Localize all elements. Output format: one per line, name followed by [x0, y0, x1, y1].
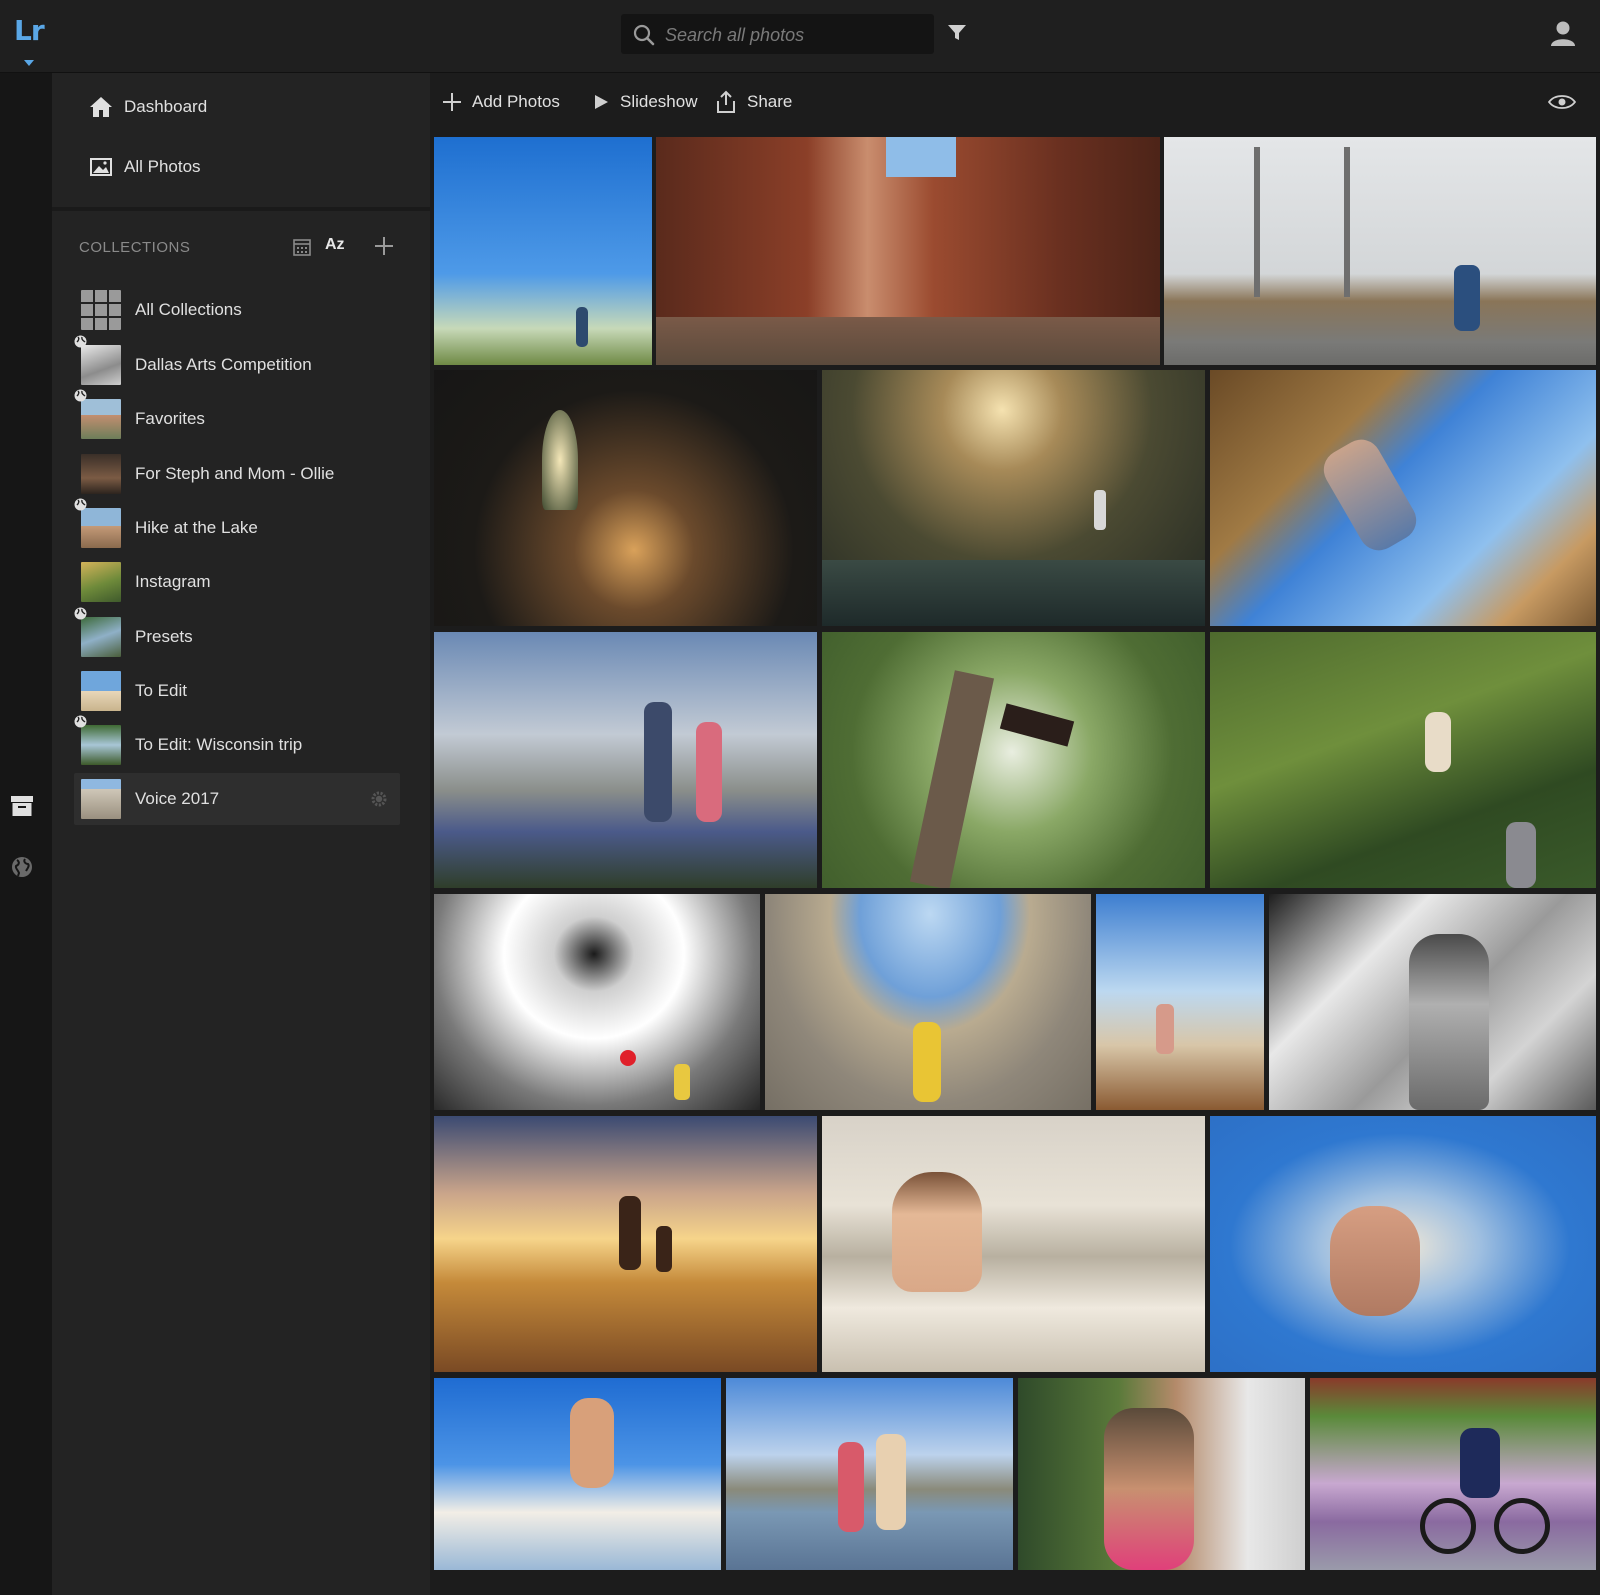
collection-label: Hike at the Lake: [135, 518, 258, 537]
logo-dropdown-caret-icon[interactable]: [24, 60, 34, 66]
photo-thumbnail[interactable]: [434, 1116, 817, 1372]
collection-item-voice-2017[interactable]: Voice 2017: [74, 773, 400, 825]
collection-thumbnail: [74, 335, 121, 385]
sidebar-divider: [52, 207, 430, 211]
alphabetical-sort-button[interactable]: Az: [325, 236, 345, 254]
collection-thumbnail: [81, 779, 121, 819]
filter-icon[interactable]: [946, 22, 968, 44]
photo-thumbnail[interactable]: [822, 632, 1205, 888]
add-collection-icon[interactable]: [373, 235, 395, 257]
collection-label: Dallas Arts Competition: [135, 355, 312, 374]
lightroom-logo[interactable]: Lr: [14, 14, 46, 47]
nav-all-photos[interactable]: All Photos: [52, 142, 430, 192]
eye-icon[interactable]: [1548, 93, 1576, 111]
collection-item-for-steph-and-mom-ollie[interactable]: For Steph and Mom - Ollie: [74, 448, 400, 500]
photo-icon: [90, 158, 112, 176]
collection-item-all-collections[interactable]: All Collections: [74, 284, 400, 336]
collection-thumbnail: [74, 607, 121, 657]
nav-dashboard-label: Dashboard: [124, 97, 208, 116]
globe-icon[interactable]: [10, 855, 34, 879]
collection-thumbnail: [81, 671, 121, 711]
photo-thumbnail[interactable]: [822, 370, 1205, 626]
add-photos-label: Add Photos: [472, 92, 560, 111]
shared-globe-icon: [74, 389, 87, 402]
search-icon: [633, 24, 655, 46]
nav-dashboard[interactable]: Dashboard: [52, 82, 430, 132]
photo-thumbnail[interactable]: [1269, 894, 1596, 1110]
photo-thumbnail[interactable]: [1210, 632, 1596, 888]
slideshow-label: Slideshow: [620, 92, 698, 111]
photo-thumbnail[interactable]: [765, 894, 1091, 1110]
collections-header: COLLECTIONS Az: [79, 233, 419, 263]
share-button[interactable]: Share: [715, 87, 792, 117]
search-input[interactable]: [663, 14, 927, 56]
photo-grid-area: Add Photos Slideshow Share: [430, 73, 1600, 1595]
collection-item-to-edit[interactable]: To Edit: [74, 665, 400, 717]
collection-thumbnail: [81, 562, 121, 602]
photo-thumbnail[interactable]: [1018, 1378, 1305, 1570]
photo-thumbnail[interactable]: [434, 370, 817, 626]
collection-thumbnail: [74, 389, 121, 439]
archive-icon[interactable]: [10, 795, 34, 817]
photo-thumbnail[interactable]: [434, 1378, 721, 1570]
photo-thumbnail[interactable]: [1096, 894, 1264, 1110]
photo-thumbnail[interactable]: [656, 137, 1160, 365]
shared-globe-icon: [74, 498, 87, 511]
add-photos-button[interactable]: Add Photos: [442, 87, 560, 117]
search-box[interactable]: [621, 14, 934, 56]
shared-globe-icon: [74, 335, 87, 348]
grid-toolbar: Add Photos Slideshow Share: [430, 73, 1600, 133]
collection-label: Presets: [135, 627, 193, 646]
photo-thumbnail[interactable]: [1164, 137, 1596, 365]
play-icon: [595, 95, 608, 109]
photo-thumbnail[interactable]: [1310, 1378, 1596, 1570]
collection-item-to-edit-wisconsin-trip[interactable]: To Edit: Wisconsin trip: [74, 715, 400, 771]
photo-thumbnail[interactable]: [434, 632, 817, 888]
collection-thumbnail: [74, 715, 121, 765]
collections-title: COLLECTIONS: [79, 239, 191, 256]
gear-icon[interactable]: [370, 790, 388, 808]
collection-label: To Edit: [135, 681, 187, 700]
grid-icon: [81, 290, 121, 330]
collection-label: All Collections: [135, 300, 242, 319]
share-label: Share: [747, 92, 793, 111]
plus-icon: [443, 93, 461, 111]
collection-item-dallas-arts-competition[interactable]: Dallas Arts Competition: [74, 335, 400, 391]
calendar-sort-icon[interactable]: [292, 237, 312, 257]
collection-label: To Edit: Wisconsin trip: [135, 735, 303, 754]
collection-item-presets[interactable]: Presets: [74, 607, 400, 663]
home-icon: [90, 97, 112, 117]
collection-label: Instagram: [135, 572, 211, 591]
user-avatar-icon[interactable]: [1548, 18, 1578, 48]
collection-item-hike-at-the-lake[interactable]: Hike at the Lake: [74, 498, 400, 554]
collection-label: For Steph and Mom - Ollie: [135, 464, 335, 483]
collection-item-instagram[interactable]: Instagram: [74, 556, 400, 608]
sidebar: Dashboard All Photos COLLECTIONS Az All …: [52, 73, 430, 1595]
left-rail: [0, 73, 52, 1595]
collection-label: Voice 2017: [135, 789, 220, 808]
share-icon: [717, 90, 735, 113]
photo-thumbnail[interactable]: [434, 137, 652, 365]
collection-label: Favorites: [135, 409, 205, 428]
top-bar: Lr: [0, 0, 1600, 73]
photo-thumbnail[interactable]: [1210, 370, 1596, 626]
slideshow-button[interactable]: Slideshow: [592, 87, 698, 117]
nav-all-photos-label: All Photos: [124, 157, 201, 176]
shared-globe-icon: [74, 715, 87, 728]
collection-thumbnail: [74, 498, 121, 548]
shared-globe-icon: [74, 607, 87, 620]
photo-thumbnail[interactable]: [434, 894, 760, 1110]
collection-thumbnail: [81, 454, 121, 494]
collection-item-favorites[interactable]: Favorites: [74, 389, 400, 445]
photo-thumbnail[interactable]: [726, 1378, 1013, 1570]
photo-thumbnail[interactable]: [822, 1116, 1205, 1372]
photo-thumbnail[interactable]: [1210, 1116, 1596, 1372]
